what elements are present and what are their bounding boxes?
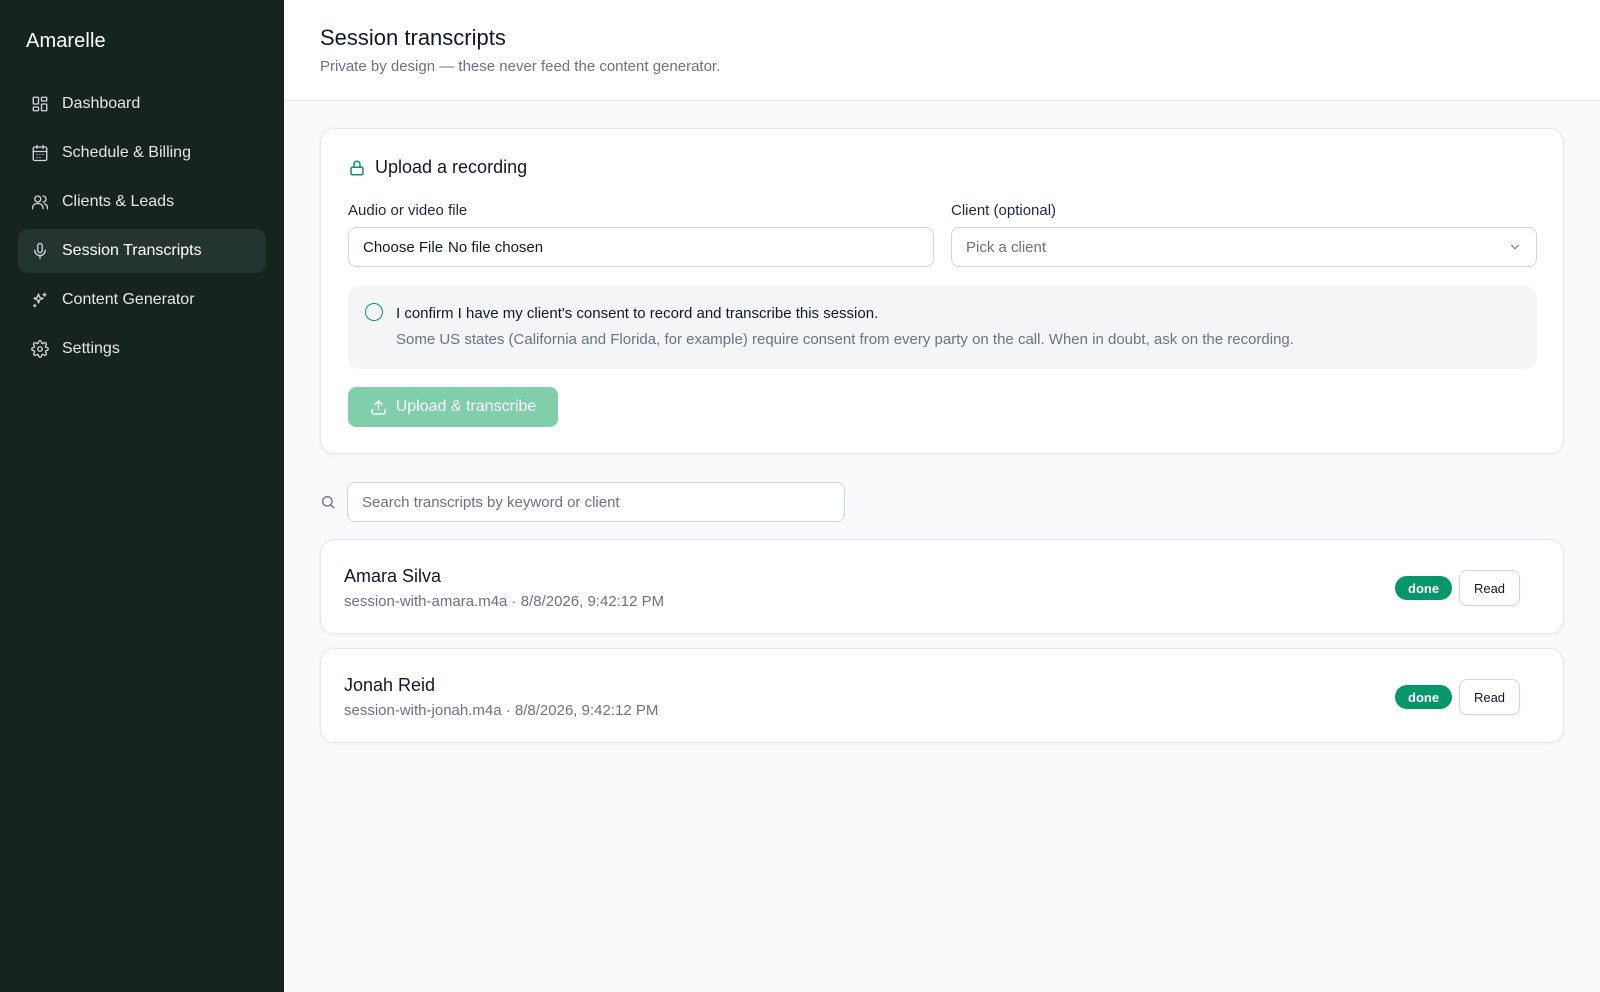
transcript-row: Jonah Reid session-with-jonah.m4a · 8/8/… bbox=[320, 648, 1564, 743]
client-select-value: Pick a client bbox=[966, 238, 1047, 256]
page-title: Session transcripts bbox=[320, 25, 506, 50]
client-select[interactable]: Pick a client bbox=[951, 227, 1537, 267]
sidebar-item-settings[interactable]: Settings bbox=[18, 327, 266, 371]
brand-name: Amarelle bbox=[26, 30, 106, 52]
file-input[interactable]: Choose File No file chosen bbox=[348, 227, 934, 267]
read-button[interactable]: Read bbox=[1459, 679, 1520, 715]
upload-transcribe-button[interactable]: Upload & transcribe bbox=[348, 387, 558, 427]
transcript-client-name: Amara Silva bbox=[344, 566, 442, 586]
read-button[interactable]: Read bbox=[1459, 570, 1520, 606]
upload-title-text: Upload a recording bbox=[375, 157, 528, 177]
transcript-row: Amara Silva session-with-amara.m4a · 8/8… bbox=[320, 539, 1564, 634]
sidebar-item-content-generator[interactable]: Content Generator bbox=[18, 278, 266, 322]
sidebar-item-clients-leads[interactable]: Clients & Leads bbox=[18, 180, 266, 224]
sidebar-item-schedule-billing[interactable]: Schedule & Billing bbox=[18, 131, 266, 175]
upload-icon bbox=[371, 399, 386, 415]
status-badge: done bbox=[1395, 685, 1453, 709]
main-content: Session transcripts Private by design — … bbox=[284, 0, 1600, 992]
sidebar-nav: Dashboard Schedule & Billing Clients & L… bbox=[18, 82, 266, 376]
transcript-meta: session-with-jonah.m4a · 8/8/2026, 9:42:… bbox=[344, 702, 659, 719]
sidebar-item-label: Session Transcripts bbox=[62, 242, 202, 259]
consent-box: I confirm I have my client's consent to … bbox=[348, 286, 1537, 369]
transcript-meta: session-with-amara.m4a · 8/8/2026, 9:42:… bbox=[344, 593, 665, 610]
sidebar-item-label: Clients & Leads bbox=[62, 193, 175, 210]
consent-text: I confirm I have my client's consent to … bbox=[396, 305, 879, 322]
users-icon bbox=[31, 195, 49, 210]
sidebar-item-label: Schedule & Billing bbox=[62, 144, 191, 161]
chevron-down-icon bbox=[1510, 244, 1520, 250]
gear-icon bbox=[31, 340, 49, 358]
lock-icon bbox=[350, 160, 364, 175]
file-label: Audio or video file bbox=[348, 202, 468, 219]
consent-note: Some US states (California and Florida, … bbox=[396, 331, 1294, 348]
client-label: Client (optional) bbox=[951, 202, 1057, 219]
page-subtitle: Private by design — these never feed the… bbox=[320, 58, 721, 75]
status-badge: done bbox=[1395, 576, 1453, 600]
page-header: Session transcripts Private by design — … bbox=[284, 0, 1600, 101]
choose-file-button[interactable]: Choose File bbox=[363, 239, 443, 256]
upload-button-label: Upload & transcribe bbox=[395, 398, 537, 415]
upload-card: Upload a recording Audio or video file C… bbox=[320, 128, 1564, 454]
upload-card-title: Upload a recording bbox=[348, 157, 527, 178]
calendar-icon bbox=[32, 144, 48, 162]
sidebar-item-label: Content Generator bbox=[62, 291, 195, 308]
sidebar-item-label: Dashboard bbox=[62, 95, 141, 112]
dashboard-icon bbox=[32, 96, 48, 112]
search-input[interactable] bbox=[347, 482, 845, 522]
sidebar: Amarelle Dashboard Schedule & Billing Cl… bbox=[0, 0, 284, 992]
sidebar-item-session-transcripts[interactable]: Session Transcripts bbox=[18, 229, 266, 273]
sidebar-item-dashboard[interactable]: Dashboard bbox=[18, 82, 266, 126]
search-icon bbox=[322, 496, 335, 509]
file-status: No file chosen bbox=[448, 238, 544, 256]
sidebar-item-label: Settings bbox=[62, 340, 120, 357]
consent-radio[interactable] bbox=[365, 303, 383, 321]
transcript-client-name: Jonah Reid bbox=[344, 675, 436, 695]
sparkles-icon bbox=[32, 292, 47, 308]
mic-icon bbox=[34, 242, 46, 260]
